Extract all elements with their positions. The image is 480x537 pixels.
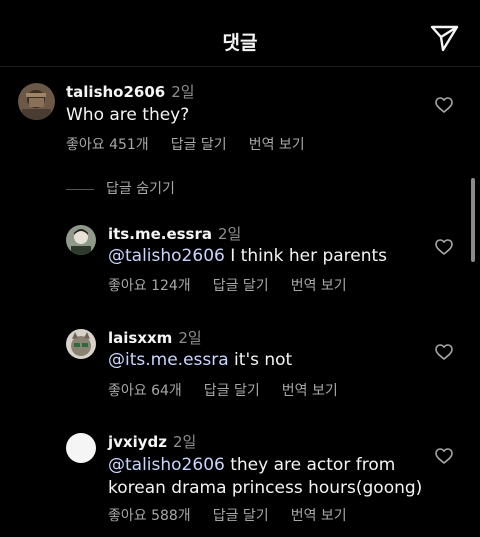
comment-body: they are actor from — [224, 455, 396, 475]
header: 댓글 — [0, 0, 480, 67]
comment-meta: its.me.essra 2일 — [108, 223, 241, 244]
comment-text: @its.me.essra it's not — [108, 348, 292, 372]
timestamp: 2일 — [172, 433, 197, 451]
comment-text: @talisho2606 I think her parents — [108, 244, 387, 268]
translate-button[interactable]: 번역 보기 — [249, 137, 305, 153]
likes-count[interactable]: 좋아요 588개 — [108, 508, 191, 524]
avatar[interactable] — [66, 433, 96, 463]
likes-count[interactable]: 좋아요 124개 — [108, 278, 191, 294]
comment-text-line2: korean drama princess hours(goong) — [108, 476, 422, 500]
mention-link[interactable]: @talisho2606 — [108, 246, 225, 266]
timestamp: 2일 — [218, 225, 242, 243]
translate-button[interactable]: 번역 보기 — [282, 383, 338, 399]
divider — [66, 188, 94, 190]
timestamp: 2일 — [178, 329, 202, 347]
send-icon[interactable] — [430, 24, 460, 52]
avatar[interactable] — [66, 225, 96, 255]
comment-body: Who are they? — [66, 105, 190, 125]
reply-button[interactable]: 답글 달기 — [204, 383, 260, 399]
username[interactable]: jvxiydz — [108, 433, 167, 451]
reply-button[interactable]: 답글 달기 — [171, 137, 227, 153]
likes-count[interactable]: 좋아요 64개 — [108, 383, 182, 399]
comment-meta: talisho2606 2일 — [66, 81, 195, 102]
timestamp: 2일 — [171, 83, 195, 101]
comment-actions: 좋아요 124개 답글 달기 번역 보기 — [108, 275, 369, 295]
scrollbar[interactable] — [471, 178, 475, 262]
heart-icon[interactable] — [435, 344, 453, 360]
username[interactable]: its.me.essra — [108, 225, 212, 243]
comment-text: @talisho2606 they are actor from — [108, 453, 395, 477]
comment-actions: 좋아요 588개 답글 달기 번역 보기 — [108, 505, 369, 525]
reply-button[interactable]: 답글 달기 — [213, 508, 269, 524]
username[interactable]: laisxxm — [108, 329, 172, 347]
comment-meta: jvxiydz 2일 — [108, 431, 196, 452]
comment-actions: 좋아요 451개 답글 달기 번역 보기 — [66, 134, 327, 154]
comment-body-continued: korean drama princess hours(goong) — [108, 478, 423, 498]
likes-count[interactable]: 좋아요 451개 — [66, 137, 149, 153]
heart-icon[interactable] — [435, 239, 453, 255]
comment-actions: 좋아요 64개 답글 달기 번역 보기 — [108, 380, 360, 400]
heart-icon[interactable] — [435, 448, 453, 464]
mention-link[interactable]: @talisho2606 — [108, 455, 225, 475]
translate-button[interactable]: 번역 보기 — [291, 278, 347, 294]
page-title: 댓글 — [222, 32, 258, 54]
comment-text: Who are they? — [66, 103, 189, 127]
username[interactable]: talisho2606 — [66, 83, 165, 101]
avatar[interactable] — [18, 83, 55, 120]
reply-button[interactable]: 답글 달기 — [213, 278, 269, 294]
avatar[interactable] — [66, 329, 96, 359]
comment-meta: laisxxm 2일 — [108, 327, 202, 348]
hide-replies-label: 답글 숨기기 — [106, 181, 175, 197]
hide-replies-button[interactable]: 답글 숨기기 — [66, 178, 175, 198]
heart-icon[interactable] — [435, 97, 453, 113]
translate-button[interactable]: 번역 보기 — [291, 508, 347, 524]
comment-body: I think her parents — [224, 246, 388, 266]
comment-body: it's not — [228, 350, 293, 370]
mention-link[interactable]: @its.me.essra — [108, 350, 229, 370]
